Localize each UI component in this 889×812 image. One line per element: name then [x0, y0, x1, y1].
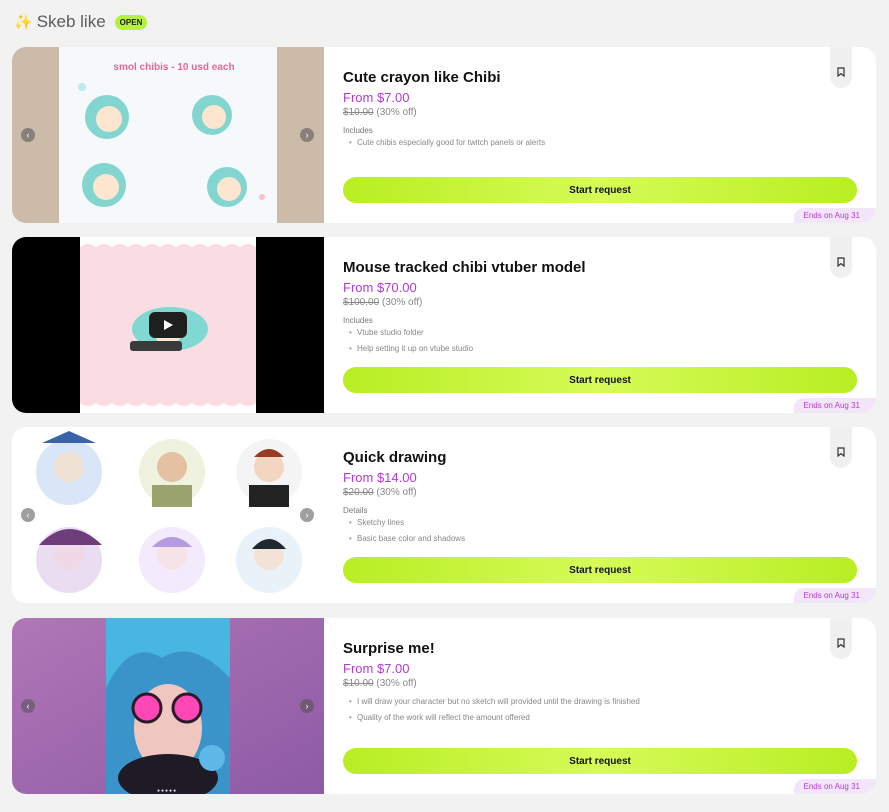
includes-item: Quality of the work will reflect the amo…	[343, 713, 640, 722]
original-price: $10.00	[343, 678, 374, 689]
bookmark-icon	[837, 66, 845, 77]
details-item: Sketchy lines	[343, 518, 465, 527]
original-price: $20.00	[343, 487, 374, 498]
commission-card-1[interactable]: smol chibis - 10 usd each ‹ › Cute crayo…	[12, 47, 876, 223]
commission-video[interactable]	[12, 237, 324, 413]
commission-card-4[interactable]: ‹ › ●●●●● Surprise me! From $7.00 $10.00…	[12, 618, 876, 794]
chibi-sheet-caption: smol chibis - 10 usd each	[113, 62, 234, 73]
carousel-prev-button[interactable]: ‹	[21, 128, 35, 142]
commission-price: From $70.00	[343, 280, 417, 295]
carousel-next-button[interactable]: ›	[300, 128, 314, 142]
includes-label: Includes	[343, 316, 373, 325]
commission-price: From $7.00	[343, 90, 410, 105]
bookmark-icon	[837, 256, 845, 267]
commission-title: Quick drawing	[343, 449, 447, 466]
commission-card-2[interactable]: Mouse tracked chibi vtuber model From $7…	[12, 237, 876, 413]
shop-header: ✨ Skeb like OPEN	[14, 10, 148, 34]
bookmark-button[interactable]	[830, 47, 852, 88]
play-icon	[164, 320, 173, 330]
start-request-button[interactable]: Start request	[343, 367, 857, 393]
carousel-next-button[interactable]: ›	[300, 508, 314, 522]
commission-card-3[interactable]: ‹ › Quick drawing From $14.00 $20.00 (30…	[12, 427, 876, 603]
bookmark-button[interactable]	[830, 618, 852, 659]
ends-badge: Ends on Aug 31	[793, 588, 876, 603]
play-button[interactable]	[149, 312, 187, 338]
chibi-sheet-image: smol chibis - 10 usd each	[12, 47, 324, 223]
bookmark-button[interactable]	[830, 237, 852, 278]
original-price: $10.00	[343, 107, 374, 118]
sparkles-icon: ✨	[14, 13, 33, 31]
discount-label: (30% off)	[376, 107, 417, 118]
original-price-row: $10.00 (30% off)	[343, 678, 417, 689]
discount-label: (30% off)	[381, 297, 423, 308]
surprise-artwork-image	[12, 618, 324, 794]
includes-item: I will draw your character but no sketch…	[343, 697, 640, 706]
original-price-row: $20.00 (30% off)	[343, 487, 417, 498]
includes-item: Cute chibis especially good for twitch p…	[343, 138, 545, 147]
includes-label: Includes	[343, 126, 373, 135]
original-price-row: $10.00 (30% off)	[343, 107, 417, 118]
open-badge: OPEN	[114, 14, 148, 30]
includes-item: Help setting it up on vtube studio	[343, 344, 473, 353]
includes-list: Cute chibis especially good for twitch p…	[343, 138, 545, 154]
start-request-button[interactable]: Start request	[343, 557, 857, 583]
start-request-button[interactable]: Start request	[343, 177, 857, 203]
includes-list: I will draw your character but no sketch…	[343, 697, 640, 729]
ends-badge: Ends on Aug 31	[793, 398, 876, 413]
discount-label: (30% off)	[376, 678, 417, 689]
carousel-dots[interactable]: ●●●●●	[157, 788, 177, 794]
bookmark-icon	[837, 446, 845, 457]
commission-image-carousel[interactable]: smol chibis - 10 usd each ‹ ›	[12, 47, 324, 223]
commission-price: From $7.00	[343, 661, 410, 676]
details-label: Details	[343, 506, 368, 515]
original-price: $100.00	[343, 297, 380, 308]
portrait-grid-image	[12, 427, 324, 603]
bookmark-button[interactable]	[830, 427, 852, 468]
ends-badge: Ends on Aug 31	[793, 779, 876, 794]
carousel-prev-button[interactable]: ‹	[21, 699, 35, 713]
commission-price: From $14.00	[343, 470, 417, 485]
original-price-row: $100.00 (30% off)	[343, 297, 422, 308]
includes-item: Vtube studio folder	[343, 328, 473, 337]
details-item: Basic base color and shadows	[343, 534, 465, 543]
details-list: Sketchy lines Basic base color and shado…	[343, 518, 465, 550]
start-request-button[interactable]: Start request	[343, 748, 857, 774]
discount-label: (30% off)	[376, 487, 417, 498]
commission-title: Surprise me!	[343, 640, 435, 657]
includes-list: Vtube studio folder Help setting it up o…	[343, 328, 473, 360]
shop-title: Skeb like	[36, 12, 106, 31]
bookmark-icon	[837, 637, 845, 648]
commission-title: Cute crayon like Chibi	[343, 69, 501, 86]
carousel-next-button[interactable]: ›	[300, 699, 314, 713]
commission-image-carousel[interactable]: ‹ ›	[12, 427, 324, 603]
commission-title: Mouse tracked chibi vtuber model	[343, 259, 586, 276]
carousel-prev-button[interactable]: ‹	[21, 508, 35, 522]
commission-image-carousel[interactable]: ‹ › ●●●●●	[12, 618, 324, 794]
ends-badge: Ends on Aug 31	[793, 208, 876, 223]
